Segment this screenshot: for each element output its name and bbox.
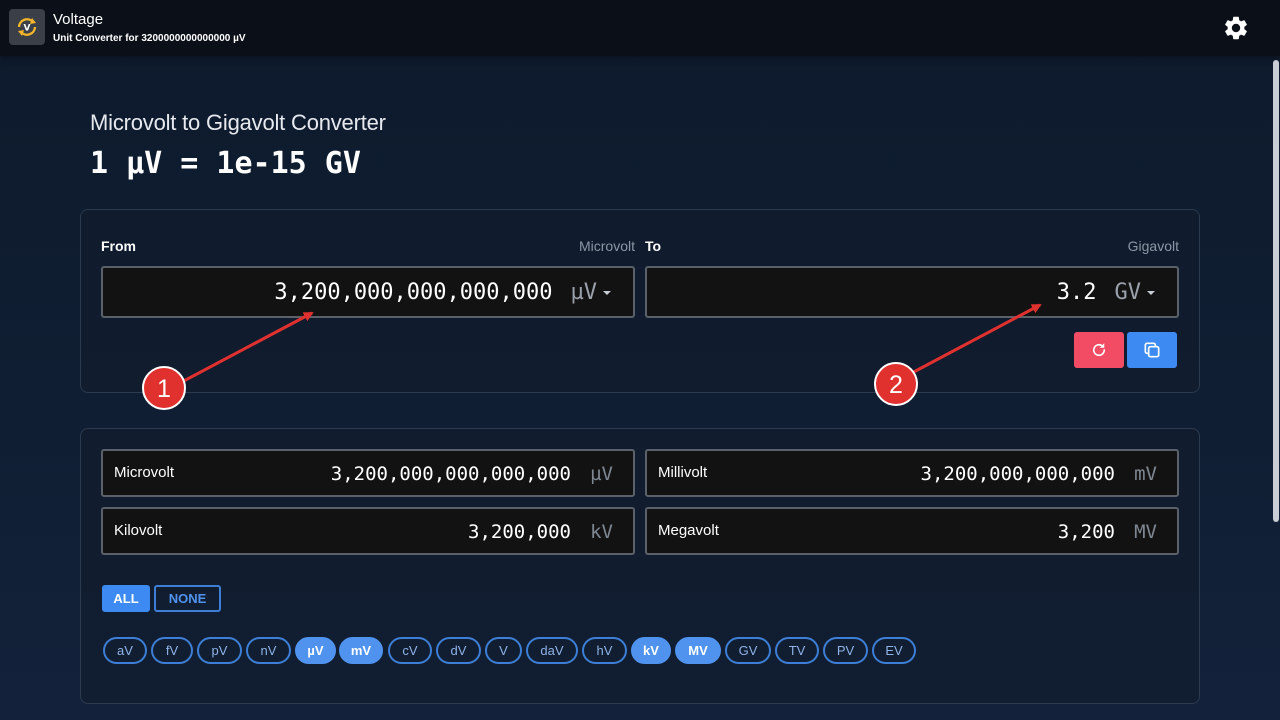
result-row[interactable]: Megavolt 3,200 MV <box>645 507 1179 555</box>
to-input[interactable]: 3.2 GV <box>645 266 1179 318</box>
from-unit: µV <box>570 279 598 305</box>
result-unit-name: Microvolt <box>114 464 175 481</box>
unit-chip[interactable]: pV <box>197 637 242 664</box>
unit-chip[interactable]: V <box>485 637 522 664</box>
result-unit: µV <box>590 463 613 485</box>
refresh-bolt-icon: V <box>9 9 45 45</box>
result-row[interactable]: Microvolt 3,200,000,000,000,000 µV <box>101 449 635 497</box>
unit-chip[interactable]: PV <box>823 637 868 664</box>
unit-chip[interactable]: mV <box>339 637 383 664</box>
unit-chip[interactable]: dV <box>436 637 481 664</box>
page-title: Microvolt to Gigavolt Converter <box>90 110 386 135</box>
unit-chip[interactable]: kV <box>631 637 671 664</box>
select-all-button[interactable]: ALL <box>102 585 150 612</box>
result-value: 3,200,000,000,000,000 <box>330 463 571 485</box>
result-value: 3,200,000,000,000 <box>920 463 1115 485</box>
unit-chip[interactable]: nV <box>246 637 291 664</box>
from-value[interactable]: 3,200,000,000,000,000 <box>274 280 552 305</box>
unit-chip[interactable]: GV <box>725 637 771 664</box>
unit-chip[interactable]: hV <box>582 637 627 664</box>
result-unit-name: Megavolt <box>658 522 719 539</box>
result-row[interactable]: Kilovolt 3,200,000 kV <box>101 507 635 555</box>
from-label: From <box>101 238 136 254</box>
result-unit: kV <box>590 521 613 543</box>
result-unit-name: Millivolt <box>658 464 708 481</box>
svg-text:V: V <box>24 24 31 34</box>
reset-button[interactable] <box>1074 332 1124 368</box>
result-unit: MV <box>1134 521 1157 543</box>
to-label: To <box>645 238 662 254</box>
unit-chip[interactable]: EV <box>872 637 916 664</box>
select-none-button[interactable]: NONE <box>154 585 221 612</box>
from-input[interactable]: 3,200,000,000,000,000 µV <box>101 266 635 318</box>
result-row[interactable]: Millivolt 3,200,000,000,000 mV <box>645 449 1179 497</box>
app-subtitle: Unit Converter for 3200000000000000 µV <box>53 33 246 44</box>
from-unit-select[interactable]: µV <box>570 279 611 305</box>
scrollbar-thumb[interactable] <box>1273 60 1279 522</box>
chevron-down-icon <box>1147 290 1155 295</box>
to-unit-select[interactable]: GV <box>1114 279 1155 305</box>
unit-chip[interactable]: fV <box>151 637 193 664</box>
result-unit-name: Kilovolt <box>114 522 163 539</box>
result-unit: mV <box>1134 463 1157 485</box>
top-bar: V Voltage Unit Converter for 32000000000… <box>0 0 1280 56</box>
result-value: 3,200,000 <box>468 521 571 543</box>
unit-chip[interactable]: daV <box>526 637 578 664</box>
unit-chip[interactable]: cV <box>388 637 432 664</box>
conversion-formula: 1 µV = 1e-15 GV <box>90 146 361 181</box>
chevron-down-icon <box>603 290 611 295</box>
to-unit: GV <box>1114 279 1142 305</box>
result-value: 3,200 <box>1057 521 1115 543</box>
unit-chip[interactable]: µV <box>295 637 336 664</box>
app-title: Voltage <box>53 11 104 28</box>
to-value[interactable]: 3.2 <box>1057 280 1097 305</box>
unit-chip[interactable]: TV <box>775 637 819 664</box>
gear-icon[interactable] <box>1222 14 1250 42</box>
to-unit-name: Gigavolt <box>1127 238 1179 254</box>
reset-icon <box>1092 343 1106 357</box>
unit-chip[interactable]: aV <box>103 637 147 664</box>
copy-button[interactable] <box>1127 332 1177 368</box>
from-unit-name: Microvolt <box>578 238 635 254</box>
unit-chip[interactable]: MV <box>675 637 721 664</box>
copy-icon <box>1144 342 1160 358</box>
